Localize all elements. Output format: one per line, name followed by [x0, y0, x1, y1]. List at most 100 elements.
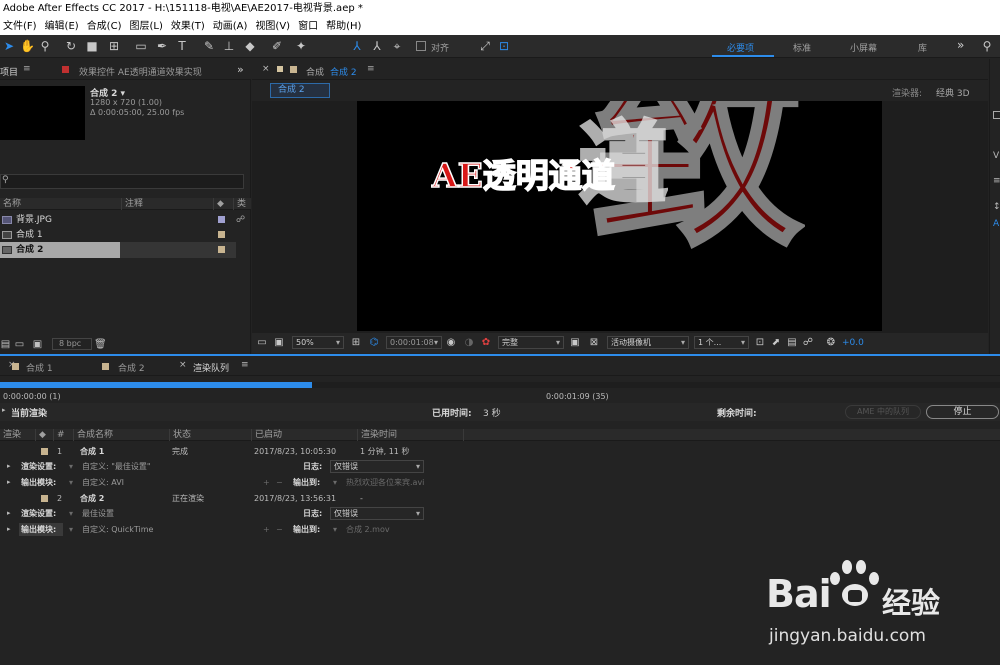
output-module-value[interactable]: 自定义: QuickTime: [82, 522, 153, 537]
toggle-pixel-aspect-icon[interactable]: ⊡: [753, 336, 767, 350]
tab-menu-icon[interactable]: ≡: [241, 360, 249, 370]
local-axis-icon[interactable]: ⅄: [350, 39, 364, 53]
interpret-footage-icon[interactable]: ▤: [0, 339, 11, 350]
search-help-icon[interactable]: ⚲: [980, 39, 994, 53]
tab-composition-name[interactable]: 合成 2: [330, 65, 357, 78]
label-swatch[interactable]: [41, 448, 48, 455]
selection-tool-icon[interactable]: ➤: [2, 39, 16, 53]
menu-window[interactable]: 窗口: [295, 18, 323, 35]
column-name[interactable]: 名称: [0, 198, 122, 210]
panel-checkbox-icon[interactable]: [993, 111, 1000, 119]
comp-canvas[interactable]: 致 道 AE透明通道: [357, 101, 882, 331]
hand-tool-icon[interactable]: ✋: [20, 39, 35, 53]
expand-triangle-icon[interactable]: ▸: [7, 522, 11, 537]
current-time-field[interactable]: 0:00:01:08: [386, 336, 442, 349]
rotate-tool-icon[interactable]: ↻: [64, 39, 78, 53]
expand-triangle-icon[interactable]: ▸: [7, 506, 11, 521]
resolution-dropdown[interactable]: 完整: [498, 336, 564, 349]
renderer-value[interactable]: 经典 3D: [936, 86, 970, 99]
close-tab-icon[interactable]: ×: [262, 64, 270, 74]
pen-tool-icon[interactable]: ✒: [155, 39, 169, 53]
bit-depth-button[interactable]: 8 bpc: [52, 338, 92, 350]
render-item-row[interactable]: 1 合成 1 完成 2017/8/23, 10:05:30 1 分钟, 11 秒: [0, 444, 1000, 459]
output-dropdown-icon[interactable]: ▾: [333, 475, 337, 490]
tab-timeline-comp-2[interactable]: 合成 2: [118, 361, 145, 374]
exposure-value[interactable]: +0.0: [842, 338, 864, 348]
panel-overflow-icon[interactable]: »: [237, 63, 244, 76]
settings-dropdown-icon[interactable]: ▾: [69, 506, 73, 521]
label-swatch[interactable]: [218, 216, 225, 223]
stop-render-button[interactable]: 停止: [926, 405, 999, 419]
brush-tool-icon[interactable]: ✎: [202, 39, 216, 53]
module-dropdown-icon[interactable]: ▾: [69, 522, 73, 537]
remove-output-icon[interactable]: −: [276, 522, 283, 537]
region-of-interest-icon[interactable]: ▣: [568, 336, 582, 350]
reset-exposure-icon[interactable]: ❂: [824, 336, 838, 350]
label-swatch[interactable]: [218, 246, 225, 253]
output-to-value[interactable]: 合成 2.mov: [346, 522, 390, 537]
module-dropdown-icon[interactable]: ▾: [69, 475, 73, 490]
comp-breadcrumb[interactable]: 合成 2: [270, 83, 330, 98]
remove-output-icon[interactable]: −: [276, 475, 283, 490]
eraser-tool-icon[interactable]: ◆: [243, 39, 257, 53]
align-panel-icon[interactable]: ≡: [993, 176, 1000, 186]
monitor-icon[interactable]: ▣: [272, 336, 286, 350]
label-swatch[interactable]: [41, 495, 48, 502]
fit-icon[interactable]: ⊞: [349, 336, 363, 350]
project-item-comp-2[interactable]: 合成 2: [0, 242, 236, 258]
menu-file[interactable]: 文件(F): [0, 18, 42, 35]
magnification-dropdown[interactable]: 50%: [292, 336, 344, 349]
render-item-row[interactable]: 2 合成 2 正在渲染 2017/8/23, 13:56:31 -: [0, 491, 1000, 506]
menu-edit[interactable]: 编辑(E): [42, 18, 84, 35]
column-number[interactable]: #: [54, 429, 74, 441]
column-type[interactable]: 类: [234, 198, 251, 210]
column-render[interactable]: 渲染: [0, 429, 36, 441]
color-channels-icon[interactable]: ✿: [479, 336, 493, 350]
column-status[interactable]: 状态: [170, 429, 252, 441]
queue-in-ame-button[interactable]: AME 中的队列: [845, 405, 921, 419]
fast-preview-icon[interactable]: ⬈: [769, 336, 783, 350]
menu-view[interactable]: 视图(V): [252, 18, 295, 35]
menu-help[interactable]: 帮助(H): [323, 18, 366, 35]
world-axis-icon[interactable]: ⅄: [370, 39, 384, 53]
add-output-icon[interactable]: +: [263, 522, 270, 537]
camera-tool-icon[interactable]: ■: [85, 39, 99, 53]
rectangle-tool-icon[interactable]: ▭: [134, 39, 148, 53]
project-item-comp-1[interactable]: 合成 1: [0, 227, 250, 243]
workspace-standard[interactable]: 标准: [793, 41, 811, 54]
always-preview-icon[interactable]: ▭: [255, 336, 269, 350]
view-layout-dropdown[interactable]: 1 个...: [694, 336, 749, 349]
tab-menu-icon[interactable]: ≡: [23, 64, 31, 74]
camera-view-dropdown[interactable]: 活动摄像机: [607, 336, 689, 349]
column-render-time[interactable]: 渲染时间: [358, 429, 464, 441]
pan-behind-tool-icon[interactable]: ⊞: [107, 39, 121, 53]
lock-icon[interactable]: [277, 66, 283, 72]
output-to-value[interactable]: 热烈欢迎各位来宾.avi: [346, 475, 424, 490]
expand-triangle-icon[interactable]: ▸: [7, 475, 11, 490]
log-dropdown[interactable]: 仅错误: [330, 507, 424, 520]
expand-triangle-icon[interactable]: ▸: [2, 406, 6, 414]
settings-dropdown-icon[interactable]: ▾: [69, 459, 73, 474]
new-comp-icon[interactable]: ▣: [32, 339, 43, 350]
workspace-more-icon[interactable]: »: [957, 38, 964, 52]
show-snapshot-icon[interactable]: ◑: [462, 336, 476, 350]
transparency-grid-icon[interactable]: ⊠: [587, 336, 601, 350]
tracking-icon[interactable]: ↕: [993, 202, 1000, 212]
new-folder-icon[interactable]: ▭: [14, 339, 25, 350]
tab-project[interactable]: 项目: [0, 65, 18, 78]
render-settings-value[interactable]: 最佳设置: [82, 506, 114, 521]
tab-timeline-comp-1[interactable]: 合成 1: [26, 361, 53, 374]
delete-trash-icon[interactable]: 🗑: [94, 339, 107, 350]
timeline-icon[interactable]: ▤: [785, 336, 799, 350]
column-started[interactable]: 已启动: [252, 429, 358, 441]
view-axis-icon[interactable]: ⌖: [390, 39, 404, 53]
type-tool-icon[interactable]: T: [175, 39, 189, 53]
column-comment[interactable]: 注释: [122, 198, 214, 210]
roto-brush-tool-icon[interactable]: ✐: [270, 39, 284, 53]
align-checkbox[interactable]: [416, 41, 426, 51]
column-label-tag-icon[interactable]: ◆: [36, 429, 54, 441]
tab-render-queue[interactable]: 渲染队列: [193, 361, 229, 374]
log-dropdown[interactable]: 仅错误: [330, 460, 424, 473]
workspace-library[interactable]: 库: [918, 41, 927, 54]
output-module-value[interactable]: 自定义: AVI: [82, 475, 124, 490]
